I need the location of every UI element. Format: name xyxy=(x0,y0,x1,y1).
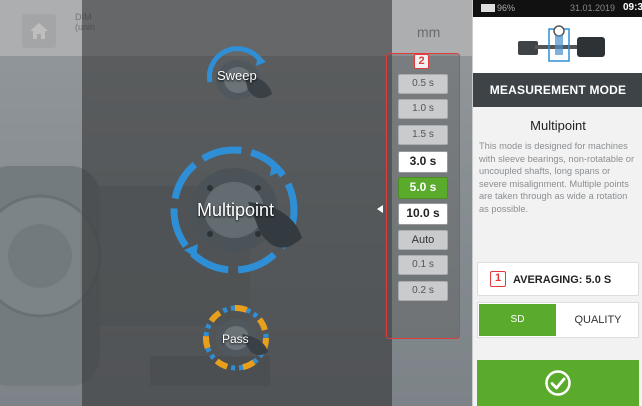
averaging-label: AVERAGING: 5.0 S xyxy=(513,274,612,286)
tab-sd[interactable]: SD xyxy=(479,304,556,336)
time-option[interactable]: 0.2 s xyxy=(398,281,448,301)
time-option-selected[interactable]: 5.0 s xyxy=(398,177,448,199)
battery-icon xyxy=(481,4,495,12)
mode-sweep-label: Sweep xyxy=(217,68,257,83)
callout-marker-1: 1 xyxy=(490,271,506,287)
screen: DIM (unin mm xyxy=(0,0,642,406)
check-circle-icon xyxy=(545,370,571,396)
panel-header: MEASUREMENT MODE xyxy=(473,73,642,107)
time-option-auto[interactable]: Auto xyxy=(398,230,448,250)
mode-pass[interactable]: Pass xyxy=(198,300,278,376)
callout-marker-2: 2 xyxy=(414,54,429,69)
status-bar: 96% 31.01.2019 09:3 xyxy=(473,0,642,17)
time-option[interactable]: 1.0 s xyxy=(398,99,448,119)
time-option[interactable]: 0.1 s xyxy=(398,255,448,275)
battery-percent: 96% xyxy=(497,3,516,13)
side-panel: 96% 31.01.2019 09:3 MEASUREMENT MODE Mul… xyxy=(472,0,642,406)
mode-description: This mode is designed for machines with … xyxy=(479,141,635,214)
time-option[interactable]: 3.0 s xyxy=(398,151,448,173)
selection-pointer xyxy=(377,205,383,213)
status-date: 31.01.2019 xyxy=(569,3,615,13)
mode-multipoint[interactable]: Multipoint xyxy=(168,140,308,280)
status-time: 09:3 xyxy=(622,2,642,13)
time-option[interactable]: 0.5 s xyxy=(398,74,448,94)
selected-mode-title: Multipoint xyxy=(530,118,586,133)
tab-quality[interactable]: QUALITY xyxy=(559,304,637,336)
time-option[interactable]: 1.5 s xyxy=(398,125,448,145)
mode-multipoint-label: Multipoint xyxy=(197,200,275,220)
time-option[interactable]: 10.0 s xyxy=(398,203,448,225)
machine-train-icon xyxy=(518,25,605,62)
averaging-time-list: 0.5 s 1.0 s 1.5 s 3.0 s 5.0 s 10.0 s Aut… xyxy=(386,53,460,339)
machine-thumbnail xyxy=(473,17,642,73)
mode-pass-label: Pass xyxy=(222,332,249,346)
confirm-button[interactable] xyxy=(477,360,639,406)
mode-sweep[interactable]: Sweep xyxy=(198,44,282,114)
app-area: DIM (unin mm xyxy=(0,0,472,406)
